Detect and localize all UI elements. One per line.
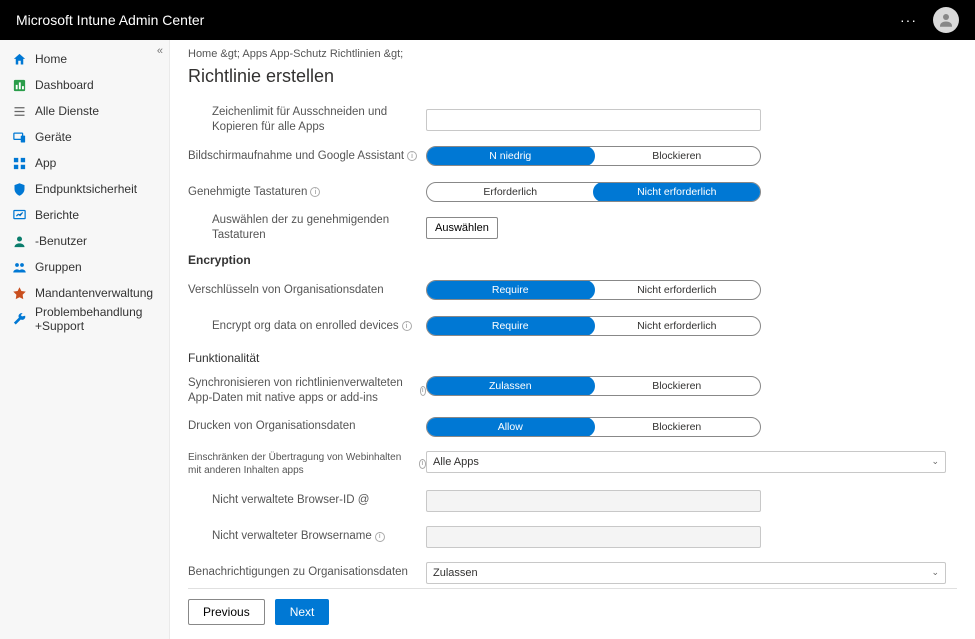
select-keyboards-label: Auswählen der zu genehmigenden Tastature…	[188, 213, 426, 243]
sidebar-item-label: Endpunktsicherheit	[35, 182, 137, 196]
wrench-icon	[12, 312, 27, 327]
select-keyboards-button[interactable]: Auswählen	[426, 217, 498, 239]
toggle-option[interactable]: Require	[426, 280, 595, 300]
print-org-label: Drucken von Organisationsdaten	[188, 419, 426, 434]
admin-icon	[12, 286, 27, 301]
encrypt-org-label: Verschlüsseln von Organisationsdaten	[188, 283, 426, 298]
unmanaged-browser-id-label: Nicht verwaltete Browser-ID @	[188, 493, 426, 508]
screen-capture-toggle[interactable]: N niedrig Blockieren	[426, 146, 761, 166]
shield-icon	[12, 182, 27, 197]
toggle-option[interactable]: Nicht erforderlich	[593, 182, 762, 202]
app-header: Microsoft Intune Admin Center ···	[0, 0, 975, 40]
sidebar-item-apps[interactable]: App	[0, 150, 169, 176]
restrict-web-label: Einschränken der Übertragung von Webinha…	[188, 451, 426, 477]
policy-form: Zeichenlimit für Ausschneiden und Kopier…	[188, 105, 957, 588]
header-actions: ···	[900, 7, 959, 33]
toggle-option[interactable]: Blockieren	[594, 147, 761, 165]
toggle-option[interactable]: Nicht erforderlich	[594, 281, 761, 299]
sidebar-item-endpoint-security[interactable]: Endpunktsicherheit	[0, 176, 169, 202]
sidebar-item-users[interactable]: -Benutzer	[0, 228, 169, 254]
restrict-web-select[interactable]: Alle Apps ⌄	[426, 451, 946, 473]
encryption-heading: Encryption	[188, 253, 957, 267]
unmanaged-browser-name-input[interactable]	[426, 526, 761, 548]
groups-icon	[12, 260, 27, 275]
main-content: Home &gt; Apps App-Schutz Richtlinien &g…	[170, 40, 975, 639]
sidebar-item-label: Home	[35, 52, 67, 66]
breadcrumb[interactable]: Home &gt; Apps App-Schutz Richtlinien &g…	[188, 48, 957, 60]
info-icon[interactable]: i	[402, 321, 412, 331]
screen-capture-label: Bildschirmaufnahme und Google Assistant …	[188, 149, 426, 164]
functionality-heading: Funktionalität	[188, 351, 957, 365]
info-icon[interactable]: i	[419, 459, 426, 469]
sidebar-item-all-services[interactable]: Alle Dienste	[0, 98, 169, 124]
sidebar-item-label: Gruppen	[35, 260, 82, 274]
page-title: Richtlinie erstellen	[188, 66, 957, 87]
next-button[interactable]: Next	[275, 599, 330, 625]
info-icon[interactable]: i	[375, 532, 385, 542]
sidebar: « Home Dashboard Alle Dienste Geräte App…	[0, 40, 170, 639]
sidebar-item-reports[interactable]: Berichte	[0, 202, 169, 228]
sidebar-item-groups[interactable]: Gruppen	[0, 254, 169, 280]
chevron-down-icon: ⌄	[931, 567, 939, 578]
app-title: Microsoft Intune Admin Center	[16, 12, 204, 28]
encrypt-org-toggle[interactable]: Require Nicht erforderlich	[426, 280, 761, 300]
more-icon[interactable]: ···	[900, 12, 917, 28]
toggle-option[interactable]: Blockieren	[594, 418, 761, 436]
wizard-footer: Previous Next	[188, 588, 957, 639]
sidebar-item-label: App	[35, 156, 56, 170]
sidebar-item-label: Problembehandlung +Support	[35, 305, 157, 333]
org-notifications-select[interactable]: Zulassen ⌄	[426, 562, 946, 584]
apps-icon	[12, 156, 27, 171]
toggle-option[interactable]: Blockieren	[594, 377, 761, 395]
user-icon	[937, 11, 955, 29]
toggle-option[interactable]: Zulassen	[426, 376, 595, 396]
user-icon	[12, 234, 27, 249]
char-limit-input[interactable]	[426, 109, 761, 131]
sidebar-item-label: Dashboard	[35, 78, 94, 92]
sidebar-item-tenant-admin[interactable]: Mandantenverwaltung	[0, 280, 169, 306]
sidebar-item-label: Mandantenverwaltung	[35, 286, 153, 300]
encrypt-enrolled-toggle[interactable]: Require Nicht erforderlich	[426, 316, 761, 336]
sync-policy-label: Synchronisieren von richtlinienverwaltet…	[188, 376, 426, 406]
sidebar-item-label: -Benutzer	[35, 234, 87, 248]
char-limit-label: Zeichenlimit für Ausschneiden und Kopier…	[188, 105, 426, 135]
toggle-option[interactable]: Erforderlich	[427, 183, 594, 201]
reports-icon	[12, 208, 27, 223]
sidebar-item-label: Geräte	[35, 130, 72, 144]
previous-button[interactable]: Previous	[188, 599, 265, 625]
print-org-toggle[interactable]: Allow Blockieren	[426, 417, 761, 437]
sidebar-item-troubleshooting[interactable]: Problembehandlung +Support	[0, 306, 169, 332]
approved-keyboards-toggle[interactable]: Erforderlich Nicht erforderlich	[426, 182, 761, 202]
toggle-option[interactable]: Require	[426, 316, 595, 336]
org-notifications-label: Benachrichtigungen zu Organisationsdaten	[188, 565, 426, 580]
sidebar-item-label: Alle Dienste	[35, 104, 99, 118]
sidebar-item-dashboard[interactable]: Dashboard	[0, 72, 169, 98]
toggle-option[interactable]: Allow	[426, 417, 595, 437]
unmanaged-browser-id-input[interactable]	[426, 490, 761, 512]
toggle-option[interactable]: Nicht erforderlich	[594, 317, 761, 335]
collapse-sidebar-icon[interactable]: «	[157, 45, 163, 57]
sidebar-item-home[interactable]: Home	[0, 46, 169, 72]
layout: « Home Dashboard Alle Dienste Geräte App…	[0, 40, 975, 639]
toggle-option[interactable]: N niedrig	[426, 146, 595, 166]
sidebar-item-label: Berichte	[35, 208, 79, 222]
approved-keyboards-label: Genehmigte Tastaturen i	[188, 185, 426, 200]
unmanaged-browser-name-label: Nicht verwalteter Browsername i	[188, 529, 426, 544]
chevron-down-icon: ⌄	[931, 456, 939, 467]
dashboard-icon	[12, 78, 27, 93]
home-icon	[12, 52, 27, 67]
encrypt-enrolled-label: Encrypt org data on enrolled devices i	[188, 319, 426, 334]
list-icon	[12, 104, 27, 119]
avatar[interactable]	[933, 7, 959, 33]
info-icon[interactable]: i	[407, 151, 417, 161]
info-icon[interactable]: i	[310, 187, 320, 197]
sidebar-item-devices[interactable]: Geräte	[0, 124, 169, 150]
devices-icon	[12, 130, 27, 145]
sync-policy-toggle[interactable]: Zulassen Blockieren	[426, 376, 761, 396]
